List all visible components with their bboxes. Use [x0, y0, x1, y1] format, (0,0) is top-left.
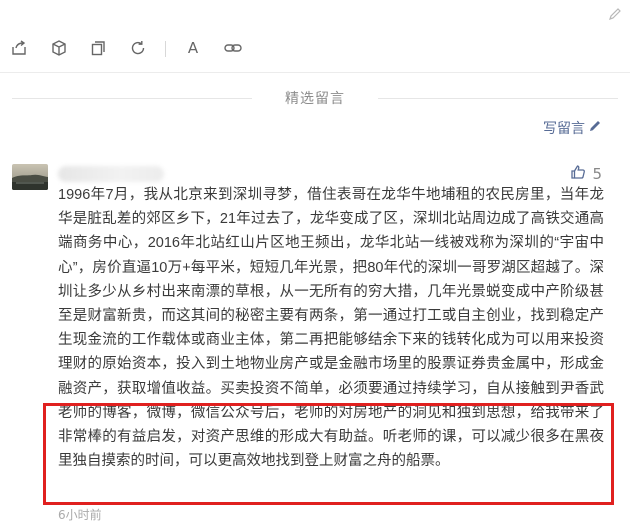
like-count: 5: [592, 165, 602, 183]
like-button[interactable]: 5: [570, 164, 602, 184]
username-blurred: [58, 166, 164, 182]
link-icon[interactable]: [222, 37, 244, 59]
write-comment-button[interactable]: 写留言: [543, 118, 602, 138]
highlight-annotation-box: [43, 403, 614, 505]
copy-icon[interactable]: [87, 37, 109, 59]
article-comments-page: A 精选留言 写留言 5 1996年7月，我从北京来到深圳寻梦，借住表哥在龙华牛…: [0, 0, 630, 528]
comment-timestamp: 6小时前: [58, 508, 102, 522]
thumbs-up-icon: [570, 164, 586, 184]
avatar[interactable]: [12, 164, 48, 190]
article-toolbar: A: [0, 24, 630, 73]
write-comment-label: 写留言: [543, 121, 585, 137]
toolbar-divider: [165, 41, 166, 57]
section-title: 精选留言: [285, 91, 345, 107]
cube-icon[interactable]: [48, 37, 70, 59]
share-icon[interactable]: [8, 37, 30, 59]
edit-corner-icon[interactable]: [608, 6, 622, 20]
featured-comments-header: 精选留言: [12, 86, 618, 110]
pencil-icon: [588, 119, 602, 137]
text-size-icon[interactable]: A: [182, 37, 204, 59]
refresh-icon[interactable]: [127, 37, 149, 59]
